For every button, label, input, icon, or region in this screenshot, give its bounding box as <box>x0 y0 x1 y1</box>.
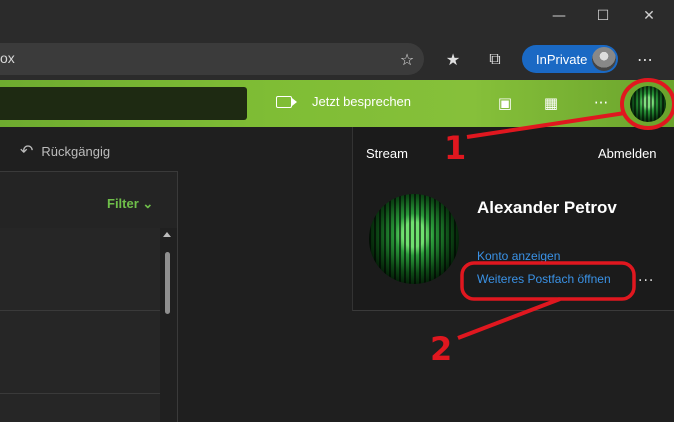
highlight-circle-avatar <box>620 78 674 130</box>
annotation-arrow-1 <box>466 111 626 139</box>
annotation-overlay <box>457 78 674 340</box>
annotation-step-2: 2 <box>430 330 453 368</box>
annotation-arrow-2 <box>457 297 561 340</box>
annotation-step-1: 1 <box>444 129 467 167</box>
highlight-box-mailbox <box>460 261 636 301</box>
